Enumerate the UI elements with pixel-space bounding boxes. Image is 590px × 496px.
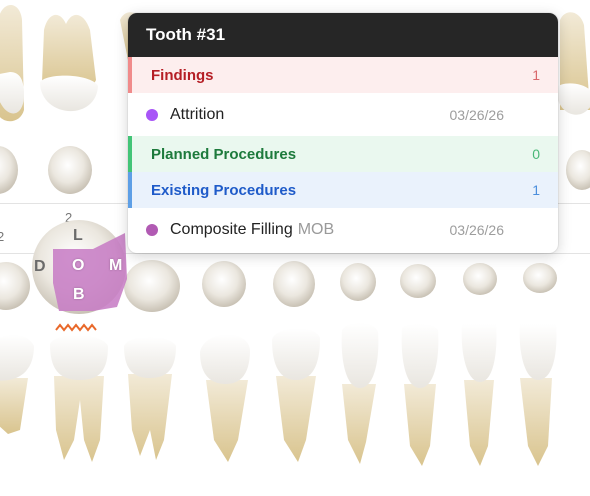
tooth-info-popup: Tooth #31 Findings 1 Attrition 03/26/26 …: [128, 13, 558, 253]
existing-name: Composite Filling: [170, 220, 293, 238]
finding-item[interactable]: Attrition 03/26/26: [128, 93, 558, 136]
tooth-lower-5-crown: [272, 328, 320, 380]
popup-title: Tooth #31: [146, 25, 226, 44]
tooth-lower-1-crown: [0, 334, 34, 381]
lower-teeth-row: [0, 322, 557, 466]
popup-header: Tooth #31: [128, 13, 558, 57]
existing-dot-icon: [146, 223, 158, 236]
surface-buccal[interactable]: B: [73, 286, 85, 304]
tooth-lower-6-crown: [341, 322, 379, 388]
existing-surface: MOB: [297, 220, 335, 238]
occlusal-lower-9: [523, 263, 557, 293]
existing-item[interactable]: Composite Filling MOB 03/26/26: [128, 208, 558, 251]
finding-name: Attrition: [170, 105, 225, 123]
planned-label: Planned Procedures: [151, 145, 297, 163]
finding-date: 03/26/26: [449, 106, 505, 123]
surface-lingual[interactable]: L: [73, 227, 83, 245]
tooth-lower-4-crown: [200, 334, 250, 384]
attrition-marker: [55, 323, 97, 332]
section-findings[interactable]: Findings 1: [128, 57, 558, 93]
occlusal-lower-8: [463, 263, 497, 295]
tooth-number-label[interactable]: 2: [0, 229, 4, 244]
tooth-lower-5-root: [276, 376, 316, 462]
existing-count: 1: [532, 182, 540, 198]
tooth-lower-2-crown: [50, 335, 108, 380]
findings-label: Findings: [151, 66, 214, 84]
section-planned-procedures[interactable]: Planned Procedures 0: [128, 136, 558, 172]
occlusal-lower-7: [400, 264, 436, 298]
occlusal-lower-4: [202, 261, 246, 307]
surface-occlusal[interactable]: O: [72, 257, 84, 275]
tooth-lower-3-root: [128, 374, 172, 460]
occlusal-lower-1: [0, 262, 30, 310]
finding-dot-icon: [146, 108, 158, 121]
tooth-lower-4-root: [206, 380, 248, 462]
occlusal-upper-2: [48, 146, 92, 194]
occlusal-lower-6: [340, 263, 376, 301]
occlusal-lower-3: [124, 260, 180, 312]
occlusal-upper-3: [566, 150, 590, 190]
existing-date: 03/26/26: [449, 221, 505, 238]
tooth-lower-6-root: [342, 384, 376, 464]
tooth-lower-1-root: [0, 378, 28, 434]
surface-distal[interactable]: D: [34, 258, 46, 276]
tooth-lower-8-root: [464, 380, 494, 466]
surface-mesial[interactable]: M: [109, 257, 122, 275]
planned-count: 0: [532, 146, 540, 162]
selected-tooth-surface-map[interactable]: L D O M B: [31, 219, 127, 315]
findings-count: 1: [532, 67, 540, 83]
tooth-upper-2-crown: [40, 75, 98, 112]
tooth-upper-4-crown: [556, 83, 590, 115]
tooth-lower-2-root: [54, 376, 104, 462]
occlusal-upper-1: [0, 146, 18, 194]
tooth-lower-9-root: [520, 378, 552, 466]
tooth-lower-7-root: [404, 384, 436, 466]
tooth-lower-9-crown: [519, 324, 557, 380]
section-existing-procedures[interactable]: Existing Procedures 1: [128, 172, 558, 208]
occlusal-lower-5: [273, 261, 315, 307]
tooth-lower-8-crown: [461, 324, 497, 382]
tooth-lower-7-crown: [401, 323, 439, 388]
tooth-lower-3-crown: [124, 337, 176, 378]
existing-label: Existing Procedures: [151, 181, 297, 199]
tooth-upper-1-crown: [0, 72, 24, 114]
